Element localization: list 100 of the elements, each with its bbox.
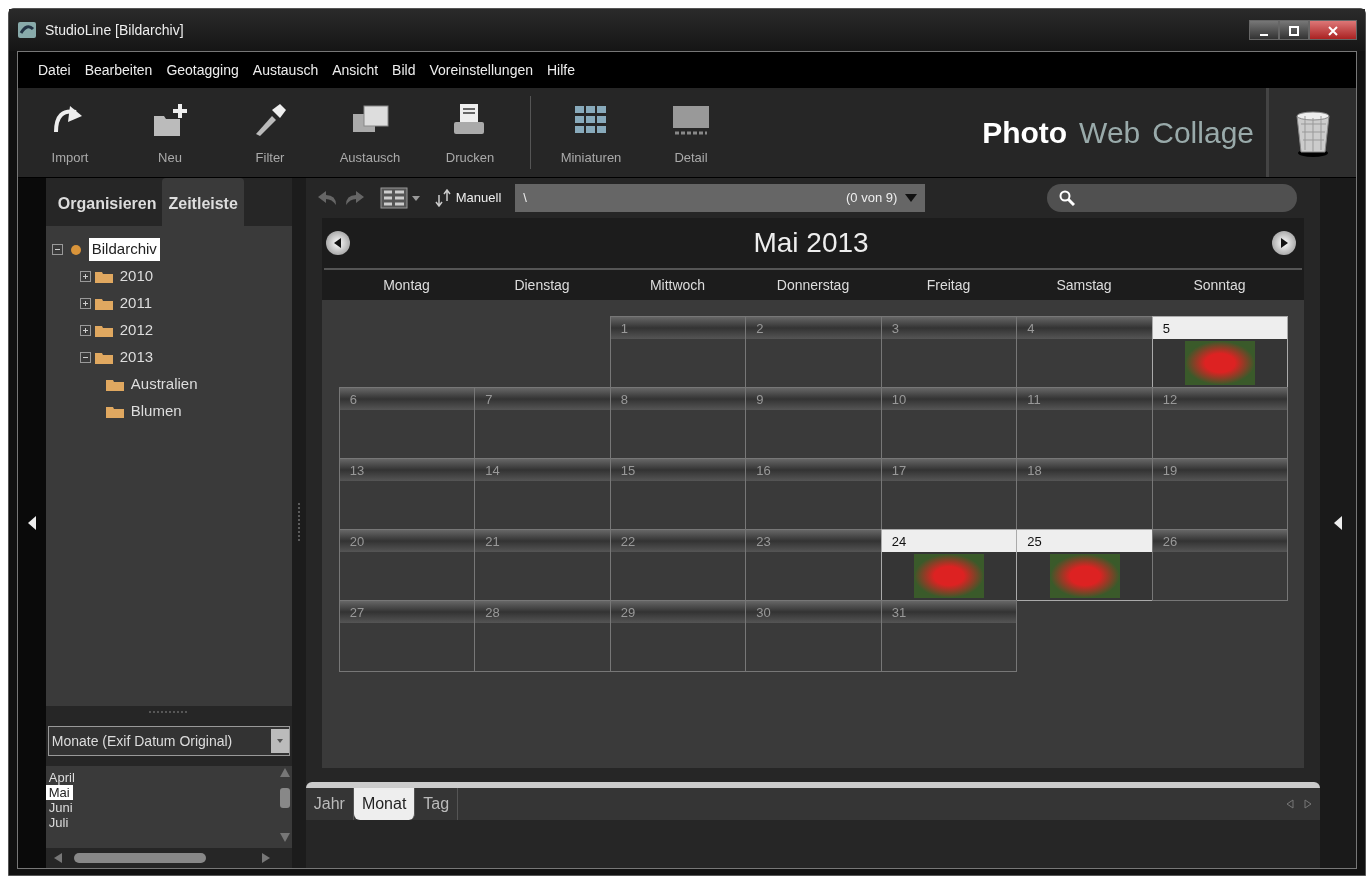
day-number: 31 — [881, 601, 1017, 623]
day-cell[interactable]: 26 — [1151, 529, 1289, 601]
tree-item[interactable]: 2013 — [116, 346, 157, 369]
day-cell[interactable]: 5 — [1151, 316, 1289, 388]
day-cell[interactable]: 31 — [880, 600, 1018, 672]
mode-tab[interactable]: Photo — [976, 110, 1074, 155]
minus-box-icon[interactable] — [51, 244, 63, 255]
path-field[interactable]: \ (0 von 9) — [515, 184, 926, 212]
toolbar-button[interactable]: Detail — [641, 88, 741, 177]
panel-tab[interactable]: Zeitleiste — [162, 178, 244, 226]
search-icon — [1059, 190, 1076, 206]
mode-tab[interactable]: Collage — [1146, 110, 1260, 155]
count-label: (0 von 9) — [846, 189, 898, 208]
panel-tab[interactable]: Organisieren — [51, 178, 163, 226]
menu-item[interactable]: Austausch — [246, 57, 325, 83]
toolbar-button[interactable]: Import — [20, 88, 120, 177]
day-cell[interactable]: 13 — [338, 458, 476, 530]
day-number: 10 — [881, 388, 1017, 410]
redo-icon[interactable] — [343, 189, 366, 207]
day-cell[interactable]: 19 — [1151, 458, 1289, 530]
day-number: 16 — [746, 459, 881, 481]
tree-item[interactable]: Australien — [127, 373, 201, 396]
toolbar-button[interactable]: Neu — [120, 88, 220, 177]
view-tab[interactable]: Monat — [353, 788, 416, 820]
next-month-button[interactable] — [1272, 231, 1297, 255]
day-cell[interactable]: 25 — [1016, 529, 1153, 601]
day-number: 26 — [1152, 530, 1288, 552]
month-item[interactable]: Juni — [45, 800, 76, 815]
tree-item[interactable]: 2012 — [116, 319, 157, 342]
folder-icon — [94, 270, 113, 283]
day-cell[interactable]: 30 — [745, 600, 882, 672]
close-button[interactable] — [1309, 20, 1357, 40]
toolbar-button[interactable]: Filter — [220, 88, 320, 177]
menu-item[interactable]: Voreinstellungen — [423, 57, 539, 83]
maximize-button[interactable] — [1279, 20, 1309, 40]
toolbar-button[interactable]: Drucken — [420, 88, 520, 177]
toolbar-button[interactable]: Miniaturen — [541, 88, 641, 177]
day-number: 3 — [881, 317, 1017, 339]
day-number: 18 — [1017, 459, 1152, 481]
tree-item[interactable]: Bildarchiv — [88, 238, 160, 261]
splitter-grip-icon[interactable] — [296, 503, 301, 543]
day-cell[interactable]: 27 — [338, 600, 476, 672]
plus-box-icon[interactable] — [79, 325, 91, 336]
tree-item[interactable]: Blumen — [127, 400, 185, 423]
day-number: 28 — [475, 601, 610, 623]
tree-item[interactable]: 2010 — [116, 265, 157, 288]
mode-tab[interactable]: Web — [1073, 110, 1147, 155]
day-cell[interactable]: 28 — [474, 600, 611, 672]
plus-box-icon[interactable] — [79, 271, 91, 282]
day-cell[interactable]: 6 — [338, 387, 476, 459]
app-icon — [17, 21, 37, 39]
day-cell[interactable]: 12 — [1151, 387, 1289, 459]
day-number: 27 — [339, 601, 475, 623]
month-item[interactable]: Juli — [45, 815, 72, 830]
resize-grip-icon[interactable] — [148, 710, 189, 714]
right-arrow-icon — [1279, 237, 1290, 249]
day-cell[interactable]: 24 — [880, 529, 1018, 601]
menu-item[interactable]: Datei — [32, 57, 77, 83]
view-tab[interactable]: Jahr — [305, 788, 354, 820]
month-item[interactable]: April — [45, 770, 78, 785]
minimize-button[interactable] — [1249, 20, 1279, 40]
day-cell[interactable]: 20 — [338, 529, 476, 601]
weekday-label: Mittwoch — [648, 275, 707, 295]
day-number: 23 — [746, 530, 881, 552]
day-cell[interactable]: 29 — [609, 600, 747, 672]
folder-icon — [94, 351, 113, 364]
menu-item[interactable]: Geotagging — [160, 57, 245, 83]
tree-item[interactable]: 2011 — [116, 292, 156, 315]
view-mode-button[interactable] — [379, 187, 420, 209]
month-item[interactable]: Mai — [45, 785, 73, 800]
weekday-label: Samstag — [1055, 275, 1113, 295]
close-icon — [1328, 25, 1338, 36]
day-number: 5 — [1152, 317, 1288, 339]
search-field[interactable] — [1047, 184, 1298, 212]
sort-button[interactable]: Manuell — [433, 188, 502, 208]
plus-box-icon[interactable] — [79, 298, 91, 309]
caret-icon — [411, 195, 420, 201]
folder-icon — [94, 324, 113, 337]
grouping-dropdown[interactable]: Monate (Exif Datum Original) — [47, 726, 290, 756]
day-number: 13 — [339, 459, 475, 481]
scroll-arrows-icon[interactable] — [1286, 799, 1313, 809]
view-tab[interactable]: Tag — [415, 788, 459, 820]
toolbar-button[interactable]: Austausch — [320, 88, 420, 177]
menu-item[interactable]: Bild — [386, 57, 422, 83]
day-cell[interactable]: 1 — [609, 316, 747, 388]
day-number: 20 — [339, 530, 475, 552]
maximize-icon — [1289, 25, 1299, 36]
menu-item[interactable]: Hilfe — [541, 57, 581, 83]
collapse-left-icon[interactable] — [27, 516, 36, 530]
minus-box-icon[interactable] — [79, 352, 91, 363]
menu-item[interactable]: Ansicht — [326, 57, 385, 83]
day-number: 24 — [881, 530, 1017, 552]
day-number: 22 — [610, 530, 746, 552]
menu-item[interactable]: Bearbeiten — [78, 57, 159, 83]
collapse-right-icon[interactable] — [1334, 516, 1343, 530]
day-number: 2 — [746, 317, 881, 339]
folder-icon — [105, 378, 124, 391]
grid-icon — [379, 187, 408, 209]
previous-month-button[interactable] — [325, 231, 350, 255]
day-number: 14 — [475, 459, 610, 481]
